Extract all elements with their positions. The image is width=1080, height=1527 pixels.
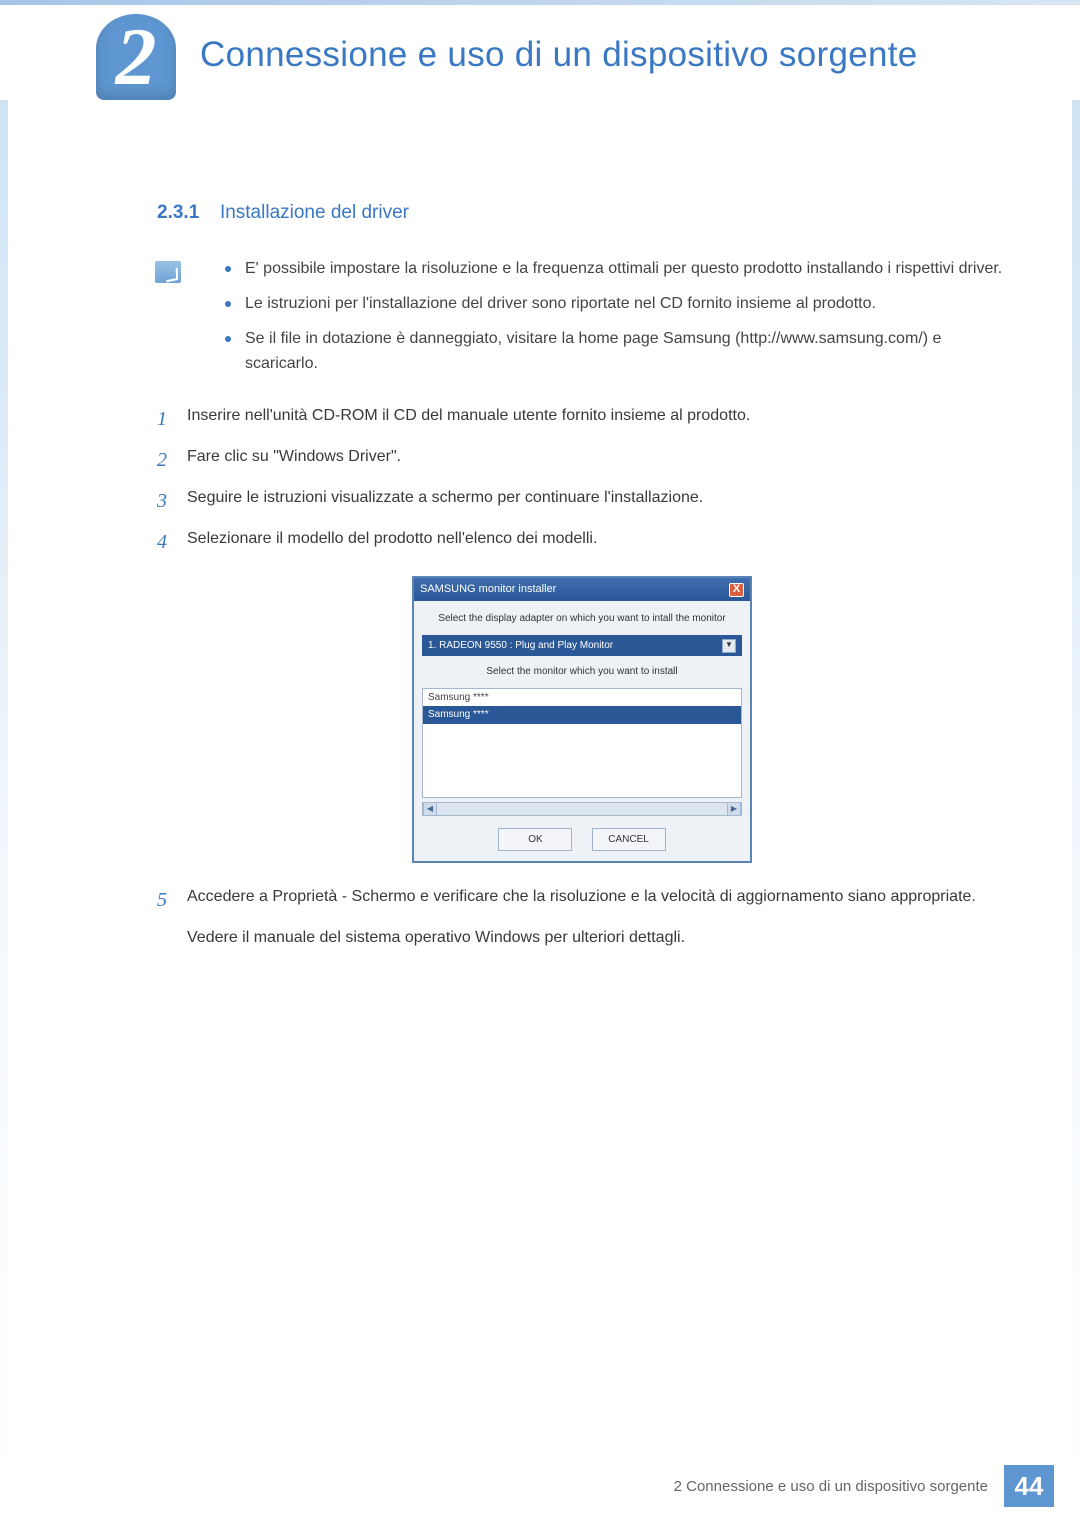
step-subtext: Vedere il manuale del sistema operativo …	[187, 926, 1007, 951]
page-number: 44	[1004, 1465, 1054, 1507]
horizontal-scrollbar[interactable]: ◀ ▶	[422, 802, 742, 816]
step-text: Selezionare il modello del prodotto nell…	[187, 527, 1007, 552]
chapter-title: Connessione e uso di un dispositivo sorg…	[200, 35, 918, 75]
step-row: 3 Seguire le istruzioni visualizzate a s…	[157, 486, 1007, 517]
step-row: 1 Inserire nell'unità CD-ROM il CD del m…	[157, 404, 1007, 435]
footer-text: 2 Connessione e uso di un dispositivo so…	[674, 1478, 988, 1495]
side-gradient-left	[0, 100, 8, 1490]
step-row: 2 Fare clic su "Windows Driver".	[157, 445, 1007, 476]
adapter-select-value: 1. RADEON 9550 : Plug and Play Monitor	[428, 638, 613, 654]
chapter-badge: 2	[96, 14, 176, 100]
adapter-select[interactable]: 1. RADEON 9550 : Plug and Play Monitor ▼	[422, 635, 742, 657]
chapter-number: 2	[116, 16, 157, 98]
side-gradient-right	[1072, 100, 1080, 1490]
close-icon[interactable]: X	[729, 583, 744, 597]
note-icon	[155, 261, 181, 283]
installer-label-adapter: Select the display adapter on which you …	[414, 601, 750, 633]
section-title: Installazione del driver	[220, 202, 409, 223]
list-item-selected[interactable]: Samsung ****	[423, 706, 741, 724]
monitor-list[interactable]: Samsung **** Samsung ****	[422, 688, 742, 798]
note-item: E' possibile impostare la risoluzione e …	[225, 257, 1007, 282]
installer-buttons: OK CANCEL	[414, 828, 750, 852]
chevron-down-icon[interactable]: ▼	[722, 639, 736, 653]
installer-dialog: SAMSUNG monitor installer X Select the d…	[412, 576, 752, 863]
section-heading: 2.3.1 Installazione del driver	[157, 192, 1007, 229]
ok-button[interactable]: OK	[498, 828, 572, 852]
section-number: 2.3.1	[157, 202, 199, 223]
steps-list: 1 Inserire nell'unità CD-ROM il CD del m…	[157, 404, 1007, 558]
scroll-right-icon[interactable]: ▶	[727, 803, 741, 815]
step-number: 2	[157, 445, 187, 476]
content-area: 2.3.1 Installazione del driver E' possib…	[157, 192, 1007, 951]
step-text: Fare clic su "Windows Driver".	[187, 445, 1007, 470]
step-text: Seguire le istruzioni visualizzate a sch…	[187, 486, 1007, 511]
note-list: E' possibile impostare la risoluzione e …	[225, 257, 1007, 386]
list-item[interactable]: Samsung ****	[423, 689, 741, 707]
step-row: 4 Selezionare il modello del prodotto ne…	[157, 527, 1007, 558]
footer: 2 Connessione e uso di un dispositivo so…	[0, 1465, 1080, 1507]
step-row: 5 Accedere a Proprietà - Schermo e verif…	[157, 885, 1007, 916]
step-text: Accedere a Proprietà - Schermo e verific…	[187, 885, 1007, 910]
cancel-button[interactable]: CANCEL	[592, 828, 666, 852]
header-stripe	[0, 0, 1080, 5]
installer-title: SAMSUNG monitor installer	[420, 581, 556, 598]
step-text: Inserire nell'unità CD-ROM il CD del man…	[187, 404, 1007, 429]
scroll-left-icon[interactable]: ◀	[423, 803, 437, 815]
step-number: 4	[157, 527, 187, 558]
step-number: 5	[157, 885, 187, 916]
steps-list-2: 5 Accedere a Proprietà - Schermo e verif…	[157, 885, 1007, 916]
step-number: 1	[157, 404, 187, 435]
step-number: 3	[157, 486, 187, 517]
note-item: Se il file in dotazione è danneggiato, v…	[225, 327, 1007, 377]
installer-titlebar: SAMSUNG monitor installer X	[414, 578, 750, 601]
note-block: E' possibile impostare la risoluzione e …	[157, 257, 1007, 386]
note-item: Le istruzioni per l'installazione del dr…	[225, 292, 1007, 317]
installer-label-monitor: Select the monitor which you want to ins…	[414, 658, 750, 686]
page: 2 Connessione e uso di un dispositivo so…	[0, 0, 1080, 1527]
